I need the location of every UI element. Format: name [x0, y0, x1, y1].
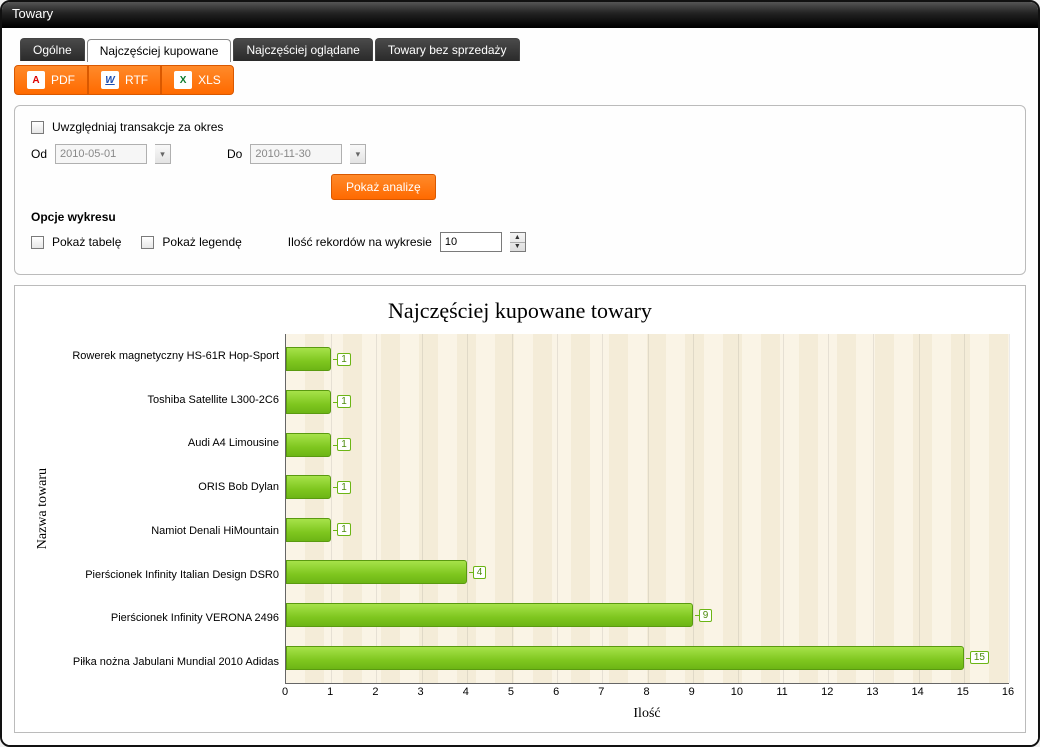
bar-row: 9: [286, 602, 1009, 628]
bar: [286, 603, 693, 627]
chart-title: Najczęściej kupowane towary: [31, 298, 1009, 324]
x-tick-label: 4: [463, 686, 469, 698]
show-table-checkbox[interactable]: [31, 236, 44, 249]
chart-panel: Najczęściej kupowane towary Nazwa towaru…: [14, 285, 1026, 733]
bar: [286, 518, 331, 542]
window-title: Towary: [2, 2, 1038, 28]
bar-value-label: 1: [337, 395, 351, 408]
tabstrip: Ogólne Najczęściej kupowane Najczęściej …: [14, 38, 1026, 61]
export-pdf-label: PDF: [51, 73, 75, 87]
bar: [286, 347, 331, 371]
export-xls-label: XLS: [198, 73, 221, 87]
date-from-dropdown-icon[interactable]: ▾: [155, 144, 171, 164]
date-to-input[interactable]: 2010-11-30: [250, 144, 342, 164]
x-tick-label: 12: [821, 686, 833, 698]
y-tick-label: Pierścionek Infinity VERONA 2496: [55, 612, 279, 624]
x-tick-label: 11: [776, 686, 787, 698]
rtf-icon: W: [101, 71, 119, 89]
tab-most-viewed[interactable]: Najczęściej oglądane: [233, 38, 372, 61]
bar-value-label: 1: [337, 438, 351, 451]
date-from-input[interactable]: 2010-05-01: [55, 144, 147, 164]
window-frame: Towary Ogólne Najczęściej kupowane Najcz…: [0, 0, 1040, 747]
export-rtf-label: RTF: [125, 73, 148, 87]
bar: [286, 646, 964, 670]
show-legend-label: Pokaż legendę: [162, 235, 241, 249]
bar-value-label: 4: [473, 566, 487, 579]
bar-value-label: 9: [699, 609, 713, 622]
show-legend-checkbox[interactable]: [141, 236, 154, 249]
show-table-label: Pokaż tabelę: [52, 235, 121, 249]
bar-value-label: 1: [337, 523, 351, 536]
y-axis-label: Nazwa towaru: [31, 468, 55, 549]
x-tick-label: 16: [1002, 686, 1014, 698]
x-tick-label: 15: [957, 686, 969, 698]
x-tick-label: 10: [731, 686, 743, 698]
date-to-label: Do: [227, 147, 242, 161]
options-panel: Uwzględniaj transakcje za okres Od 2010-…: [14, 105, 1026, 275]
x-axis-label: Ilość: [285, 706, 1009, 722]
x-tick-label: 3: [418, 686, 424, 698]
y-tick-label: Toshiba Satellite L300-2C6: [55, 394, 279, 406]
export-rtf-button[interactable]: W RTF: [88, 65, 161, 95]
spinner-down-icon[interactable]: ▼: [510, 243, 525, 252]
bar-row: 15: [286, 645, 1009, 671]
export-pdf-button[interactable]: A PDF: [14, 65, 88, 95]
spinner-up-icon[interactable]: ▲: [510, 233, 525, 243]
chart-plot: 1 1 1 1 1 4 9 15: [285, 334, 1009, 684]
bar: [286, 475, 331, 499]
bar-value-label: 1: [337, 353, 351, 366]
chart-area: Nazwa towaru Rowerek magnetyczny HS-61R …: [31, 334, 1009, 684]
bar-row: 1: [286, 474, 1009, 500]
export-xls-button[interactable]: X XLS: [161, 65, 234, 95]
y-tick-label: Pierścionek Infinity Italian Design DSR0: [55, 569, 279, 581]
x-tick-label: 9: [689, 686, 695, 698]
y-axis-ticks: Rowerek magnetyczny HS-61R Hop-Sport Tosh…: [55, 334, 285, 684]
bar: [286, 433, 331, 457]
window-body: Ogólne Najczęściej kupowane Najczęściej …: [2, 28, 1038, 745]
records-count-spinner[interactable]: ▲▼: [510, 232, 526, 252]
x-tick-label: 8: [643, 686, 649, 698]
bar-row: 1: [286, 517, 1009, 543]
records-count-label: Ilość rekordów na wykresie: [288, 235, 432, 249]
xls-icon: X: [174, 71, 192, 89]
show-analysis-button[interactable]: Pokaż analizę: [331, 174, 436, 200]
x-tick-label: 13: [866, 686, 878, 698]
tab-no-sales[interactable]: Towary bez sprzedaży: [375, 38, 520, 61]
bar-row: 1: [286, 432, 1009, 458]
pdf-icon: A: [27, 71, 45, 89]
bar-row: 1: [286, 389, 1009, 415]
y-tick-label: Piłka nożna Jabulani Mundial 2010 Adidas: [55, 656, 279, 668]
x-tick-label: 6: [553, 686, 559, 698]
x-tick-label: 2: [372, 686, 378, 698]
x-axis-ticks: 012345678910111213141516: [285, 684, 1009, 700]
bar: [286, 390, 331, 414]
bar-row: 1: [286, 346, 1009, 372]
records-count-input[interactable]: 10: [440, 232, 502, 252]
x-tick-label: 7: [598, 686, 604, 698]
date-to-dropdown-icon[interactable]: ▾: [350, 144, 366, 164]
x-tick-label: 5: [508, 686, 514, 698]
include-transactions-label: Uwzględniaj transakcje za okres: [52, 120, 223, 134]
bar-row: 4: [286, 559, 1009, 585]
y-tick-label: Audi A4 Limousine: [55, 437, 279, 449]
x-tick-label: 1: [327, 686, 333, 698]
y-tick-label: ORIS Bob Dylan: [55, 481, 279, 493]
bar-value-label: 1: [337, 481, 351, 494]
y-tick-label: Rowerek magnetyczny HS-61R Hop-Sport: [55, 350, 279, 362]
include-transactions-checkbox[interactable]: [31, 121, 44, 134]
chart-options-title: Opcje wykresu: [31, 210, 1009, 224]
bar: [286, 560, 467, 584]
y-tick-label: Namiot Denali HiMountain: [55, 525, 279, 537]
tab-most-bought[interactable]: Najczęściej kupowane: [87, 39, 232, 62]
x-tick-label: 14: [912, 686, 924, 698]
export-toolbar: A PDF W RTF X XLS: [14, 65, 1026, 95]
bar-value-label: 15: [970, 651, 989, 664]
date-from-label: Od: [31, 147, 47, 161]
x-tick-label: 0: [282, 686, 288, 698]
tab-general[interactable]: Ogólne: [20, 38, 85, 61]
